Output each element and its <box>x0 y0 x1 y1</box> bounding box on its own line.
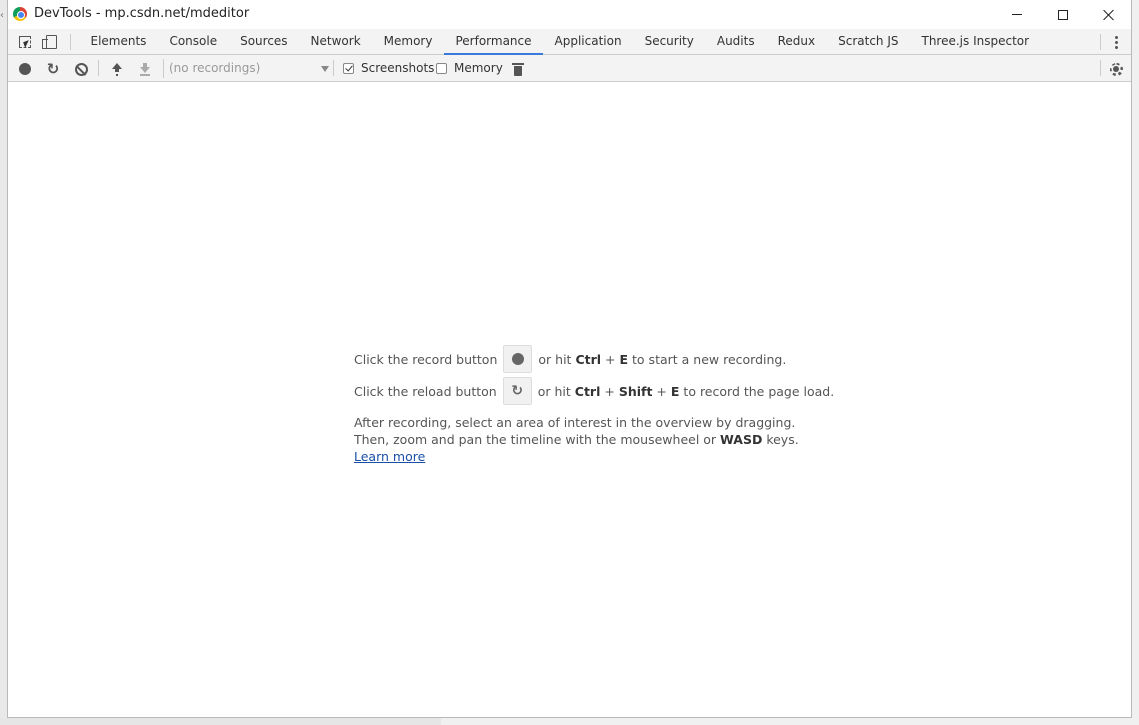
reload-instruction-prefix: Click the reload button <box>354 383 497 399</box>
record-instruction-prefix: Click the record button <box>354 351 498 367</box>
tabbar-divider-right <box>1100 34 1101 50</box>
memory-label[interactable]: Memory <box>454 61 503 75</box>
devtools-window: DevTools - mp.csdn.net/mdeditor Elements… <box>7 0 1132 718</box>
tab-sources[interactable]: Sources <box>229 29 299 54</box>
load-profile-button[interactable] <box>108 60 126 78</box>
tab-network[interactable]: Network <box>299 29 372 54</box>
paragraph-line-2-prefix: Then, zoom and pan the timeline with the… <box>354 432 717 447</box>
clear-button[interactable] <box>72 60 90 78</box>
inline-reload-button[interactable]: ↻ <box>502 377 532 405</box>
save-profile-icon <box>139 63 151 76</box>
record-button[interactable] <box>16 60 34 78</box>
minimize-button[interactable] <box>994 0 1040 29</box>
paragraph-line-2: Then, zoom and pan the timeline with the… <box>354 431 854 448</box>
screenshots-checkbox[interactable] <box>343 63 354 74</box>
inline-record-button[interactable] <box>503 345 533 373</box>
minimize-icon <box>1012 14 1022 15</box>
landing-paragraph: After recording, select an area of inter… <box>354 414 854 465</box>
panel-tabs: Elements Console Sources Network Memory … <box>79 29 1041 55</box>
record-icon <box>511 353 524 365</box>
learn-more-link[interactable]: Learn more <box>354 448 425 465</box>
tab-threejs-inspector[interactable]: Three.js Inspector <box>910 29 1041 54</box>
reload-icon: ↻ <box>46 59 60 78</box>
record-instruction-suffix: to start a new recording. <box>632 351 787 367</box>
reload-key-plus-1: + <box>604 383 615 399</box>
performance-landing-message: Click the record button or hit Ctrl + E … <box>354 345 854 465</box>
record-icon <box>19 63 31 75</box>
reload-key-plus-2: + <box>656 383 667 399</box>
toolbar-divider <box>98 60 99 76</box>
garbage-collect-icon <box>512 62 524 76</box>
paragraph-line-1: After recording, select an area of inter… <box>354 415 796 430</box>
maximize-button[interactable] <box>1040 0 1086 29</box>
close-button[interactable] <box>1086 0 1132 29</box>
reload-key-shift: Shift <box>618 383 653 399</box>
tab-audits[interactable]: Audits <box>705 29 766 54</box>
toolbar-divider-2 <box>333 60 334 76</box>
record-or-hit: or hit <box>538 351 572 367</box>
tabbar-divider <box>70 34 71 50</box>
reload-instruction-suffix: to record the page load. <box>683 383 835 399</box>
title-bar: DevTools - mp.csdn.net/mdeditor <box>8 0 1131 29</box>
chrome-icon <box>13 7 27 21</box>
save-profile-button <box>136 60 154 78</box>
tab-scratch-js[interactable]: Scratch JS <box>827 29 910 54</box>
record-instruction: Click the record button or hit Ctrl + E … <box>354 345 854 373</box>
screenshots-label[interactable]: Screenshots <box>361 61 434 75</box>
tab-memory[interactable]: Memory <box>372 29 444 54</box>
kebab-menu-icon[interactable] <box>1112 33 1120 51</box>
wasd-keys: WASD <box>720 432 763 447</box>
tab-console[interactable]: Console <box>158 29 229 54</box>
record-key-ctrl: Ctrl <box>575 351 602 367</box>
performance-toolbar: ↻ (no recordings) Screenshots Memory <box>8 55 1131 82</box>
tab-redux[interactable]: Redux <box>766 29 827 54</box>
tab-application[interactable]: Application <box>543 29 633 54</box>
paragraph-line-2-suffix: keys. <box>766 432 799 447</box>
tab-security[interactable]: Security <box>633 29 705 54</box>
inspect-element-icon[interactable] <box>16 33 34 51</box>
device-toolbar-icon[interactable] <box>41 33 60 51</box>
memory-checkbox[interactable] <box>436 63 447 74</box>
garbage-collect-button[interactable] <box>509 60 527 78</box>
clear-icon <box>74 62 88 76</box>
tab-performance[interactable]: Performance <box>443 29 544 55</box>
reload-record-button[interactable]: ↻ <box>44 60 62 78</box>
recordings-select-value: (no recordings) <box>169 61 261 75</box>
reload-key-e: E <box>670 383 680 399</box>
load-profile-icon <box>111 63 123 75</box>
reload-key-ctrl: Ctrl <box>574 383 601 399</box>
bottom-strip <box>0 718 441 725</box>
toolbar-divider-right <box>1100 60 1101 76</box>
reload-or-hit: or hit <box>537 383 571 399</box>
record-key-e: E <box>619 351 629 367</box>
close-icon <box>1103 9 1115 21</box>
collapse-chevron-icon: ‹ <box>0 10 4 21</box>
record-key-plus: + <box>605 351 616 367</box>
recordings-select[interactable]: (no recordings) <box>163 59 331 78</box>
dropdown-arrow-icon <box>321 66 329 72</box>
reload-instruction: Click the reload button ↻ or hit Ctrl + … <box>354 377 854 405</box>
reload-icon: ↻ <box>511 382 524 399</box>
maximize-icon <box>1058 9 1068 20</box>
left-window-edge: ‹ <box>0 0 7 718</box>
panel-tab-bar: Elements Console Sources Network Memory … <box>8 29 1131 55</box>
tab-elements[interactable]: Elements <box>79 29 158 54</box>
gear-icon[interactable] <box>1107 60 1125 78</box>
window-title: DevTools - mp.csdn.net/mdeditor <box>34 6 250 21</box>
